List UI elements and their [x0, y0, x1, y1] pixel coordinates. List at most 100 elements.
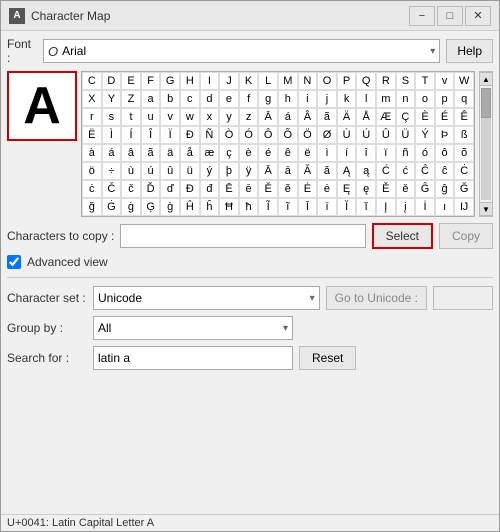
char-cell[interactable]: é: [258, 144, 278, 162]
char-cell[interactable]: D: [102, 72, 122, 90]
char-cell[interactable]: û: [160, 162, 180, 180]
char-cell[interactable]: Ĕ: [258, 180, 278, 198]
char-cell[interactable]: b: [160, 90, 180, 108]
char-cell[interactable]: ä: [160, 144, 180, 162]
char-cell[interactable]: ĩ: [278, 198, 298, 216]
char-cell[interactable]: È: [415, 108, 435, 126]
char-cell[interactable]: â: [121, 144, 141, 162]
char-cell[interactable]: Ä: [337, 108, 357, 126]
char-cell[interactable]: è: [239, 144, 259, 162]
char-cell[interactable]: ğ: [82, 198, 102, 216]
char-cell[interactable]: j: [317, 90, 337, 108]
char-cell[interactable]: Ą: [337, 162, 357, 180]
char-cell[interactable]: ċ: [82, 180, 102, 198]
char-cell[interactable]: đ: [200, 180, 220, 198]
char-cell[interactable]: S: [396, 72, 416, 90]
goto-unicode-button[interactable]: Go to Unicode :: [326, 286, 427, 310]
char-cell[interactable]: ý: [200, 162, 220, 180]
char-cell[interactable]: c: [180, 90, 200, 108]
char-cell[interactable]: ė: [317, 180, 337, 198]
char-cell[interactable]: Â: [298, 108, 318, 126]
char-cell[interactable]: X: [82, 90, 102, 108]
char-cell[interactable]: ï: [376, 144, 396, 162]
char-cell[interactable]: Ó: [239, 126, 259, 144]
char-cell[interactable]: Ğ: [454, 180, 474, 198]
select-button[interactable]: Select: [372, 223, 433, 249]
char-cell[interactable]: Đ: [180, 180, 200, 198]
char-cell[interactable]: w: [180, 108, 200, 126]
char-cell[interactable]: Û: [376, 126, 396, 144]
char-cell[interactable]: r: [82, 108, 102, 126]
char-cell[interactable]: İ: [415, 198, 435, 216]
char-cell[interactable]: ħ: [239, 198, 259, 216]
char-cell[interactable]: ß: [454, 126, 474, 144]
char-cell[interactable]: ö: [82, 162, 102, 180]
char-cell[interactable]: ā: [278, 162, 298, 180]
char-cell[interactable]: Ý: [415, 126, 435, 144]
char-cell[interactable]: o: [415, 90, 435, 108]
char-cell[interactable]: å: [180, 144, 200, 162]
char-cell[interactable]: Ċ: [454, 162, 474, 180]
char-cell[interactable]: g: [258, 90, 278, 108]
char-cell[interactable]: Ĝ: [415, 180, 435, 198]
close-button[interactable]: ✕: [465, 6, 491, 26]
char-cell[interactable]: Ā: [258, 108, 278, 126]
char-cell[interactable]: Ï: [160, 126, 180, 144]
char-cell[interactable]: L: [258, 72, 278, 90]
char-cell[interactable]: v: [160, 108, 180, 126]
char-cell[interactable]: ñ: [396, 144, 416, 162]
char-cell[interactable]: ą: [356, 162, 376, 180]
maximize-button[interactable]: □: [437, 6, 463, 26]
search-for-input[interactable]: [93, 346, 293, 370]
char-cell[interactable]: s: [102, 108, 122, 126]
char-cell[interactable]: i: [298, 90, 318, 108]
char-cell[interactable]: ù: [121, 162, 141, 180]
char-cell[interactable]: I: [200, 72, 220, 90]
char-cell[interactable]: ă: [317, 162, 337, 180]
char-cell[interactable]: į: [396, 198, 416, 216]
char-cell[interactable]: Ø: [317, 126, 337, 144]
char-cell[interactable]: Ġ: [102, 198, 122, 216]
char-cell[interactable]: W: [454, 72, 474, 90]
char-cell[interactable]: Ě: [376, 180, 396, 198]
char-cell[interactable]: Ā: [258, 162, 278, 180]
char-cell[interactable]: Ô: [258, 126, 278, 144]
char-cell[interactable]: ī: [317, 198, 337, 216]
char-cell[interactable]: y: [219, 108, 239, 126]
char-cell[interactable]: Č: [102, 180, 122, 198]
char-cell[interactable]: Ę: [337, 180, 357, 198]
char-cell[interactable]: H: [180, 72, 200, 90]
scrollbar[interactable]: ▲ ▼: [479, 71, 493, 217]
char-cell[interactable]: Ñ: [200, 126, 220, 144]
char-cell[interactable]: ú: [141, 162, 161, 180]
char-cell[interactable]: n: [396, 90, 416, 108]
char-cell[interactable]: Ç: [396, 108, 416, 126]
char-cell[interactable]: õ: [454, 144, 474, 162]
char-cell[interactable]: Ì: [102, 126, 122, 144]
char-cell[interactable]: þ: [219, 162, 239, 180]
font-selector[interactable]: O Arial ▾: [43, 39, 440, 63]
char-cell[interactable]: ÷: [102, 162, 122, 180]
char-cell[interactable]: ĭ: [356, 198, 376, 216]
char-cell[interactable]: Ă: [298, 162, 318, 180]
char-cell[interactable]: m: [376, 90, 396, 108]
char-cell[interactable]: Y: [102, 90, 122, 108]
char-cell[interactable]: ç: [219, 144, 239, 162]
char-cell[interactable]: á: [278, 108, 298, 126]
char-cell[interactable]: Ď: [141, 180, 161, 198]
char-cell[interactable]: Ë: [82, 126, 102, 144]
char-cell[interactable]: x: [200, 108, 220, 126]
chars-to-copy-input[interactable]: [120, 224, 365, 248]
char-cell[interactable]: ì: [317, 144, 337, 162]
char-cell[interactable]: h: [278, 90, 298, 108]
char-cell[interactable]: Ĳ: [454, 198, 474, 216]
char-cell[interactable]: e: [219, 90, 239, 108]
char-cell[interactable]: Å: [356, 108, 376, 126]
char-cell[interactable]: O: [317, 72, 337, 90]
char-cell[interactable]: N: [298, 72, 318, 90]
char-cell[interactable]: Z: [121, 90, 141, 108]
char-cell[interactable]: K: [239, 72, 259, 90]
char-cell[interactable]: ě: [396, 180, 416, 198]
char-cell[interactable]: Ĥ: [180, 198, 200, 216]
char-cell[interactable]: Þ: [435, 126, 455, 144]
